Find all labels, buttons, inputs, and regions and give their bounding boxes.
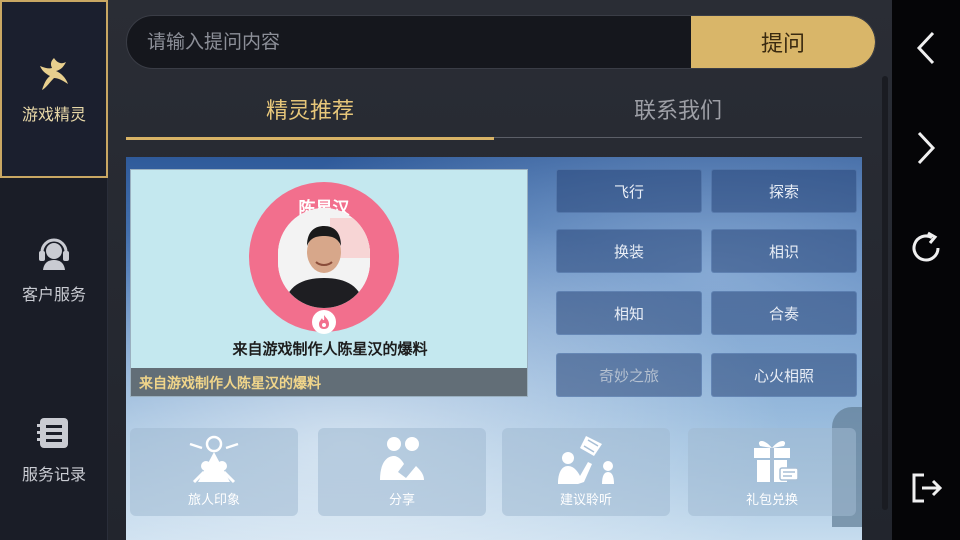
quick-button-explore[interactable]: 探索 xyxy=(711,169,857,213)
refresh-icon xyxy=(908,230,944,270)
quick-button-know[interactable]: 相知 xyxy=(556,291,702,335)
quick-button-dress-up[interactable]: 换装 xyxy=(556,229,702,273)
tab-bar: 精灵推荐 联系我们 xyxy=(126,80,862,140)
tile-traveler-impression[interactable]: 旅人印象 xyxy=(130,428,298,516)
flame-icon xyxy=(312,310,336,334)
quick-button-heart-fire[interactable]: 心火相照 xyxy=(711,353,857,397)
sidebar-item-game-sprite[interactable]: 游戏精灵 xyxy=(0,0,108,178)
exit-icon xyxy=(908,470,944,510)
share-icon xyxy=(367,433,437,487)
app-window: 游戏精灵 客户服务 服务记录 请输入提问内容 提问 精灵推荐 联系我们 来自游戏… xyxy=(0,0,960,540)
suggestion-icon xyxy=(551,433,621,487)
headset-icon xyxy=(34,233,74,273)
sidebar-item-label: 服务记录 xyxy=(21,465,86,484)
quick-button-wonder-journey[interactable]: 奇妙之旅 xyxy=(556,353,702,397)
tile-suggestion[interactable]: 建议聆听 xyxy=(502,428,670,516)
banner-title-bar: 来自游戏制作人陈星汉的爆料 xyxy=(131,368,527,396)
tile-label: 建议聆听 xyxy=(559,493,612,508)
tile-share[interactable]: 分享 xyxy=(318,428,486,516)
traveler-icon xyxy=(179,433,249,487)
tile-label: 旅人印象 xyxy=(187,493,240,508)
refresh-button[interactable] xyxy=(892,220,960,280)
forward-icon xyxy=(913,130,939,170)
content-area: 陈星汉 xyxy=(126,157,862,540)
quick-button-fly[interactable]: 飞行 xyxy=(556,169,702,213)
tab-sprite-recommend[interactable]: 精灵推荐 xyxy=(126,80,494,140)
search-bar: 提问 xyxy=(126,15,876,69)
avatar xyxy=(278,208,370,308)
banner-caption: 来自游戏制作人陈星汉的爆料 xyxy=(232,340,428,358)
forward-button[interactable] xyxy=(892,120,960,180)
back-icon xyxy=(913,30,939,70)
records-icon xyxy=(34,413,74,453)
featured-banner[interactable]: 陈星汉 xyxy=(130,169,528,397)
sidebar-item-service-records[interactable]: 服务记录 xyxy=(0,360,108,538)
right-nav-bar xyxy=(892,0,960,540)
sidebar-item-customer-service[interactable]: 客户服务 xyxy=(0,180,108,358)
sidebar-item-label: 客户服务 xyxy=(21,285,86,304)
sprite-icon xyxy=(34,53,74,93)
ask-button[interactable]: 提问 xyxy=(691,16,875,68)
tile-gift-redeem[interactable]: 礼包兑换 xyxy=(688,428,856,516)
tile-label: 礼包兑换 xyxy=(745,493,798,508)
sidebar: 游戏精灵 客户服务 服务记录 xyxy=(0,0,108,540)
tile-label: 分享 xyxy=(388,493,415,508)
gift-icon xyxy=(737,433,807,487)
quick-button-meet[interactable]: 相识 xyxy=(711,229,857,273)
scrollbar[interactable] xyxy=(882,76,888,510)
exit-button[interactable] xyxy=(892,460,960,520)
search-input[interactable] xyxy=(127,16,693,68)
quick-button-ensemble[interactable]: 合奏 xyxy=(711,291,857,335)
main-panel: 提问 精灵推荐 联系我们 陈星汉 xyxy=(108,0,892,540)
sidebar-item-label: 游戏精灵 xyxy=(21,105,86,124)
tab-contact-us[interactable]: 联系我们 xyxy=(494,80,862,138)
back-button[interactable] xyxy=(892,20,960,80)
